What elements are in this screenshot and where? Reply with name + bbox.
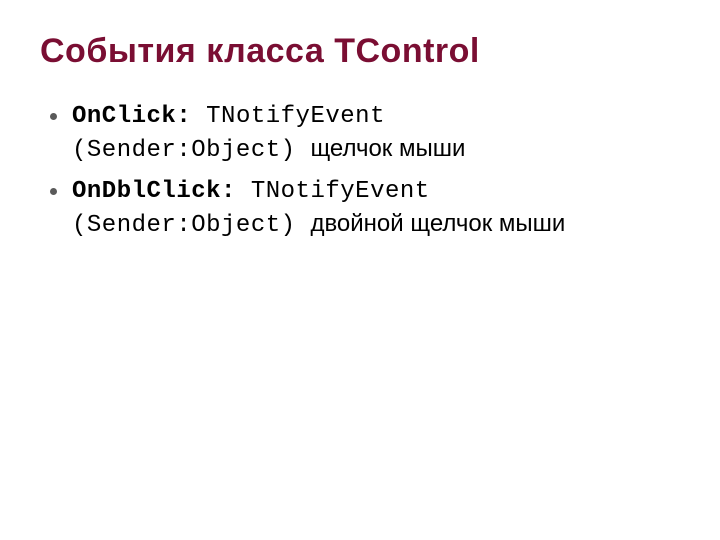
event-description: двойной щелчок мыши — [310, 210, 565, 237]
events-list: OnClick: TNotifyEvent (Sender:Object) ще… — [40, 99, 680, 243]
event-signature: (Sender:Object) — [72, 137, 310, 164]
event-description: щелчок мыши — [310, 135, 465, 162]
colon: : — [221, 178, 251, 205]
list-item: OnClick: TNotifyEvent (Sender:Object) ще… — [44, 99, 680, 168]
event-signature: (Sender:Object) — [72, 212, 310, 239]
event-type: TNotifyEvent — [206, 103, 385, 130]
list-item: OnDblClick: TNotifyEvent (Sender:Object)… — [44, 174, 680, 243]
event-name: OnClick — [72, 103, 176, 130]
event-name: OnDblClick — [72, 178, 221, 205]
colon: : — [176, 103, 206, 130]
event-type: TNotifyEvent — [251, 178, 430, 205]
slide-title: События класса TControl — [40, 32, 680, 71]
